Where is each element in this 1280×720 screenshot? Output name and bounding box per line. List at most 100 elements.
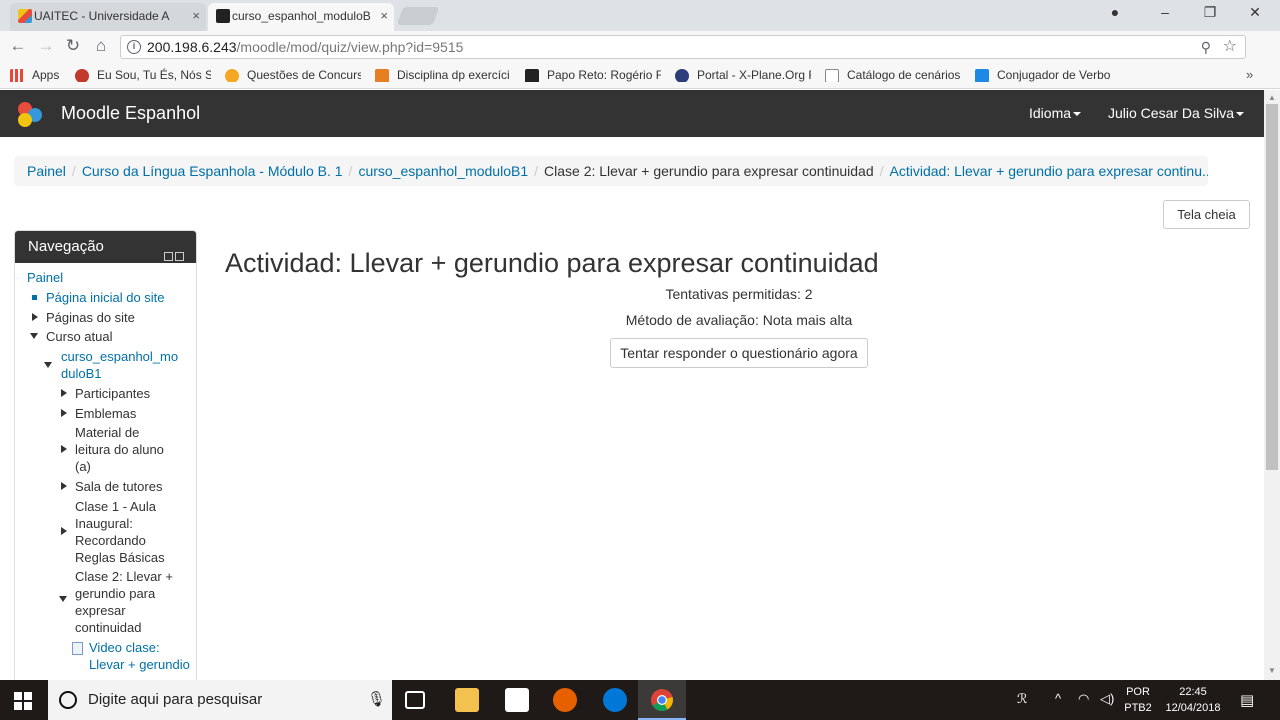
grading-method: Método de avaliação: Nota mais alta (625, 312, 853, 328)
minimize-icon[interactable]: – (1155, 4, 1175, 20)
scroll-down-icon[interactable]: ▼ (1268, 666, 1276, 675)
breadcrumb-course-short[interactable]: curso_espanhol_moduloB1 (358, 163, 528, 179)
nav-video-label[interactable]: Llevar + gerundio (89, 657, 190, 672)
page-title: Actividad: Llevar + gerundio para expres… (225, 248, 879, 278)
bookmark-star-icon[interactable]: ☆ (1223, 36, 1237, 58)
nav-painel[interactable]: Painel (27, 270, 63, 285)
clock-time: 22:45 (1179, 686, 1207, 698)
nav-current-course[interactable]: Curso atual (46, 329, 112, 344)
user-menu[interactable]: Julio Cesar Da Silva (1108, 105, 1245, 121)
microphone-icon[interactable]: 🎙 (367, 690, 386, 708)
expand-icon[interactable] (61, 389, 67, 397)
nav-video-label[interactable]: Video clase: (89, 640, 160, 655)
expand-icon[interactable] (61, 409, 67, 417)
volume-icon[interactable]: ◁) (1100, 691, 1114, 707)
bookmark-favicon-icon (75, 69, 89, 82)
store-icon[interactable] (505, 688, 529, 712)
expand-icon[interactable] (32, 313, 38, 321)
breadcrumb-activity[interactable]: Actividad: Llevar + gerundio para expres… (890, 163, 1208, 179)
input-language[interactable]: POR PTB2 (1120, 684, 1156, 716)
browser-tab-uaitec[interactable]: UAITEC - Universidade A × (10, 3, 206, 31)
scroll-thumb[interactable] (1266, 104, 1278, 470)
bookmark-item[interactable]: Catálogo de cenários (825, 68, 960, 82)
people-icon[interactable]: ℛ (1017, 691, 1027, 707)
new-tab-button[interactable] (396, 7, 440, 25)
forward-icon[interactable]: → (36, 36, 56, 56)
moodle-logo-icon[interactable] (14, 100, 46, 128)
site-brand[interactable]: Moodle Espanhol (61, 103, 200, 124)
dock-block-icon[interactable] (175, 252, 184, 261)
windows-start-icon[interactable] (14, 692, 32, 710)
breadcrumb-course[interactable]: Curso da Língua Espanhola - Módulo B. 1 (82, 163, 343, 179)
bookmarks-overflow-icon[interactable]: » (1246, 67, 1253, 82)
restore-icon[interactable]: ❐ (1200, 4, 1220, 21)
moodle-page: Moodle Espanhol Idioma Julio Cesar Da Si… (0, 90, 1264, 680)
taskbar-search[interactable]: Digite aqui para pesquisar 🎙 (48, 680, 392, 720)
wifi-icon[interactable]: ◠ (1078, 691, 1089, 707)
close-tab-icon[interactable]: × (380, 3, 388, 29)
bookmark-item[interactable]: Portal - X-Plane.Org F (675, 68, 811, 82)
collapse-block-icon[interactable] (164, 252, 173, 261)
reload-icon[interactable]: ↻ (63, 36, 83, 56)
nav-course-label[interactable]: curso_espanhol_mo (61, 349, 178, 364)
collapse-icon[interactable] (30, 333, 38, 339)
zoom-icon[interactable]: ⚲ (1201, 36, 1211, 58)
vip-favicon-icon (525, 69, 539, 82)
show-hidden-icons-icon[interactable]: ^ (1055, 691, 1061, 706)
close-window-icon[interactable]: ✕ (1245, 4, 1265, 21)
browser-tab-moodle[interactable]: curso_espanhol_moduloB × (208, 3, 394, 31)
bookmark-item[interactable]: Papo Reto: Rogério F (525, 68, 661, 82)
bookmark-label: Questões de Concurs (247, 68, 361, 82)
address-bar[interactable]: i 200.198.6.243/moodle/mod/quiz/view.php… (120, 35, 1246, 59)
breadcrumb-painel[interactable]: Painel (27, 163, 66, 179)
fullscreen-button[interactable]: Tela cheia (1163, 200, 1250, 229)
close-tab-icon[interactable]: × (192, 3, 200, 29)
language-menu[interactable]: Idioma (1029, 105, 1082, 121)
site-info-icon[interactable]: i (127, 40, 141, 54)
attempts-allowed: Tentativas permitidas: 2 (665, 286, 813, 302)
nav-clase-2[interactable]: Clase 2: Llevar + gerundio para expresar… (75, 568, 173, 636)
nav-site-pages[interactable]: Páginas do site (46, 310, 135, 325)
scroll-up-icon[interactable]: ▲ (1268, 93, 1276, 102)
nav-participants[interactable]: Participantes (75, 386, 150, 401)
bookmark-favicon-icon (975, 69, 989, 82)
nav-clase-1[interactable]: Clase 1 - Aula Inaugural: Recordando Reg… (75, 498, 165, 566)
collapse-icon[interactable] (44, 362, 52, 368)
nav-badges[interactable]: Emblemas (75, 406, 136, 421)
tab-title: UAITEC - Universidade A (34, 9, 170, 23)
chrome-taskbar-button[interactable] (638, 680, 686, 720)
expand-icon[interactable] (61, 482, 67, 490)
nav-tutors[interactable]: Sala de tutores (75, 479, 162, 494)
task-view-icon[interactable] (405, 691, 425, 709)
profile-icon[interactable]: ● (1105, 4, 1125, 20)
edge-icon[interactable] (603, 688, 627, 712)
expand-icon[interactable] (61, 445, 67, 453)
nav-material[interactable]: Material de leitura do aluno (a) (75, 424, 164, 475)
page-scrollbar[interactable]: ▲ ▼ (1264, 90, 1280, 680)
windows-taskbar: Digite aqui para pesquisar 🎙 ℛ ^ ◠ ◁) PO… (0, 680, 1280, 720)
nav-clase-1-label: Recordando (75, 533, 146, 548)
home-icon[interactable]: ⌂ (91, 36, 111, 56)
chrome-icon (651, 689, 673, 711)
nav-course-label[interactable]: duloB1 (61, 366, 101, 381)
firefox-icon[interactable] (553, 688, 577, 712)
clock[interactable]: 22:45 12/04/2018 (1160, 684, 1226, 716)
nav-course[interactable]: curso_espanhol_mo duloB1 (61, 348, 178, 382)
bookmark-label: Portal - X-Plane.Org F (697, 68, 811, 82)
attempt-quiz-button[interactable]: Tentar responder o questionário agora (610, 338, 868, 368)
bookmark-item[interactable]: Conjugador de Verbo (975, 68, 1111, 82)
action-center-icon[interactable]: ▤ (1240, 691, 1254, 709)
bookmark-item[interactable]: Questões de Concurs (225, 68, 361, 82)
expand-icon[interactable] (61, 527, 67, 535)
collapse-icon[interactable] (59, 596, 67, 602)
nav-video-clase[interactable]: Video clase: Llevar + gerundio (89, 639, 190, 673)
bookmark-item[interactable]: Eu Sou, Tu És, Nós So (75, 68, 211, 82)
nav-site-home[interactable]: Página inicial do site (46, 290, 165, 305)
bookmark-apps[interactable]: Apps (10, 68, 70, 82)
moodle-navbar: Moodle Espanhol Idioma Julio Cesar Da Si… (0, 90, 1264, 137)
nav-material-label: (a) (75, 459, 91, 474)
file-explorer-icon[interactable] (455, 688, 479, 712)
bookmark-item[interactable]: Disciplina dp exercíci (375, 68, 510, 82)
clock-date: 12/04/2018 (1165, 702, 1221, 714)
back-icon[interactable]: ← (8, 36, 28, 56)
